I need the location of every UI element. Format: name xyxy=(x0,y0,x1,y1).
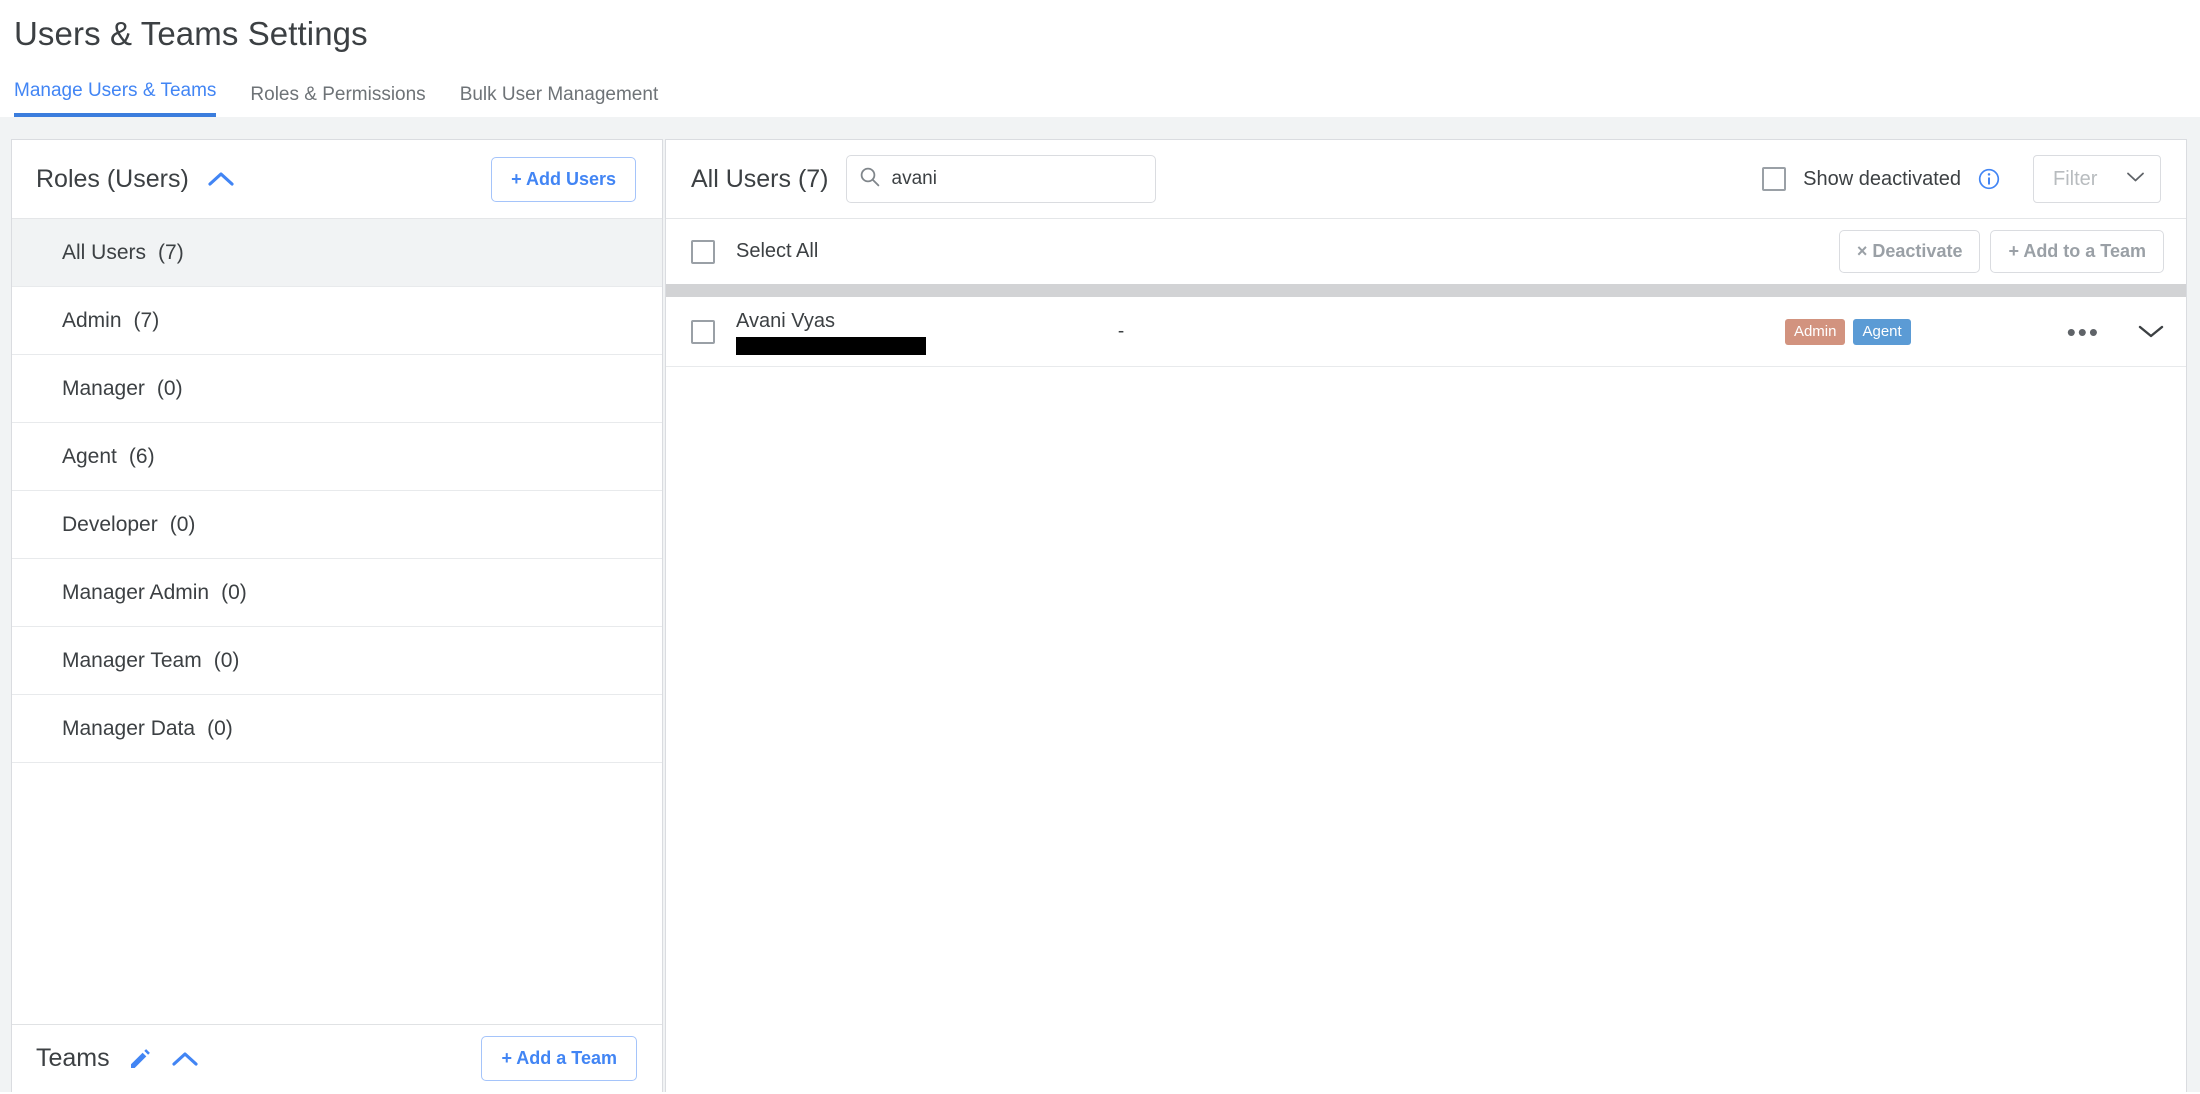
tab-manage-users-teams[interactable]: Manage Users & Teams xyxy=(14,80,217,117)
add-users-button[interactable]: + Add Users xyxy=(491,156,636,202)
roles-panel-title: Roles (Users) xyxy=(36,164,189,193)
filter-label: Filter xyxy=(2053,167,2098,190)
role-item-count: (0) xyxy=(169,512,196,536)
tab-bulk-user-management[interactable]: Bulk User Management xyxy=(460,84,659,117)
role-item-count: (7) xyxy=(133,308,160,332)
role-item-count: (6) xyxy=(128,444,155,468)
role-item-manager[interactable]: Manager (0) xyxy=(12,355,662,423)
users-list: Avani Vyas - Admin Agent ••• xyxy=(666,297,2186,1092)
role-item-count: (0) xyxy=(213,648,240,672)
role-item-label: Manager Admin xyxy=(62,580,210,604)
user-email-redacted xyxy=(736,336,926,355)
role-item-agent[interactable]: Agent (6) xyxy=(12,423,662,491)
role-item-count: (0) xyxy=(221,580,247,604)
roles-list: All Users (7) Admin (7) Manager (0) Agen… xyxy=(12,219,662,1024)
pencil-icon[interactable] xyxy=(128,1047,152,1071)
select-all-checkbox[interactable] xyxy=(691,239,715,264)
role-item-all-users[interactable]: All Users (7) xyxy=(12,219,662,287)
role-item-label: All Users xyxy=(62,240,147,264)
users-panel-title: All Users (7) xyxy=(691,164,829,193)
search-input[interactable] xyxy=(891,168,1143,190)
more-horizontal-icon[interactable]: ••• xyxy=(2067,319,2100,345)
user-team-cell: - xyxy=(1117,320,1125,342)
roles-teams-panel: Roles (Users) + Add Users All Users (7) … xyxy=(11,139,663,1092)
filter-dropdown[interactable]: Filter xyxy=(2033,155,2161,203)
page-title: Users & Teams Settings xyxy=(14,15,368,52)
role-item-label: Developer xyxy=(62,512,158,536)
teams-panel-title: Teams xyxy=(36,1044,110,1072)
tab-bar: Manage Users & Teams Roles & Permissions… xyxy=(0,73,2200,117)
chevron-up-icon[interactable] xyxy=(172,1046,198,1072)
table-row: Avani Vyas - Admin Agent ••• xyxy=(666,297,2186,367)
role-item-admin[interactable]: Admin (7) xyxy=(12,287,662,355)
role-item-manager-data[interactable]: Manager Data (0) xyxy=(12,695,662,763)
role-item-manager-team[interactable]: Manager Team (0) xyxy=(12,627,662,695)
role-item-count: (0) xyxy=(156,376,183,400)
chevron-up-icon[interactable] xyxy=(208,166,234,192)
show-deactivated-checkbox[interactable] xyxy=(1762,167,1787,191)
role-item-label: Manager Team xyxy=(62,648,202,672)
add-to-team-button[interactable]: + Add to a Team xyxy=(1990,230,2164,273)
teams-panel-header: Teams + Add a Team xyxy=(12,1024,662,1092)
search-icon xyxy=(859,166,880,192)
add-team-button[interactable]: + Add a Team xyxy=(481,1036,637,1081)
role-item-manager-admin[interactable]: Manager Admin (0) xyxy=(12,559,662,627)
tab-roles-permissions[interactable]: Roles & Permissions xyxy=(250,84,425,117)
role-item-count: (7) xyxy=(158,240,184,264)
roles-panel-header: Roles (Users) + Add Users xyxy=(12,140,662,219)
user-role-badges: Admin Agent xyxy=(1784,318,1911,345)
chevron-down-icon xyxy=(2126,170,2145,188)
role-item-label: Manager xyxy=(62,376,145,400)
show-deactivated-label: Show deactivated xyxy=(1803,167,1961,190)
row-select-checkbox[interactable] xyxy=(691,319,715,344)
users-panel: All Users (7) Show deactivated xyxy=(665,139,2187,1092)
user-identity-cell: Avani Vyas xyxy=(736,309,1006,355)
show-deactivated-control: Show deactivated xyxy=(1762,167,2000,191)
users-panel-header: All Users (7) Show deactivated xyxy=(666,140,2186,219)
deactivate-button[interactable]: × Deactivate xyxy=(1838,230,1981,273)
horizontal-scrollbar[interactable] xyxy=(666,284,2186,297)
bulk-action-bar: Select All × Deactivate + Add to a Team xyxy=(666,219,2186,284)
role-item-label: Manager Data xyxy=(62,716,196,740)
status-badge-admin: Admin xyxy=(1784,318,1846,345)
search-box[interactable] xyxy=(845,155,1156,203)
info-icon[interactable] xyxy=(1978,168,2000,190)
role-item-developer[interactable]: Developer (0) xyxy=(12,491,662,559)
user-name: Avani Vyas xyxy=(736,309,835,332)
role-item-label: Agent xyxy=(62,444,117,468)
page-header: Users & Teams Settings xyxy=(0,0,2200,54)
role-item-count: (0) xyxy=(207,716,233,740)
row-actions: ••• xyxy=(2067,319,2164,345)
role-item-label: Admin xyxy=(62,308,122,332)
status-badge-agent: Agent xyxy=(1853,318,1911,345)
chevron-down-icon[interactable] xyxy=(2138,319,2164,345)
content-area: Roles (Users) + Add Users All Users (7) … xyxy=(0,117,2200,1092)
select-all-label: Select All xyxy=(736,240,819,262)
